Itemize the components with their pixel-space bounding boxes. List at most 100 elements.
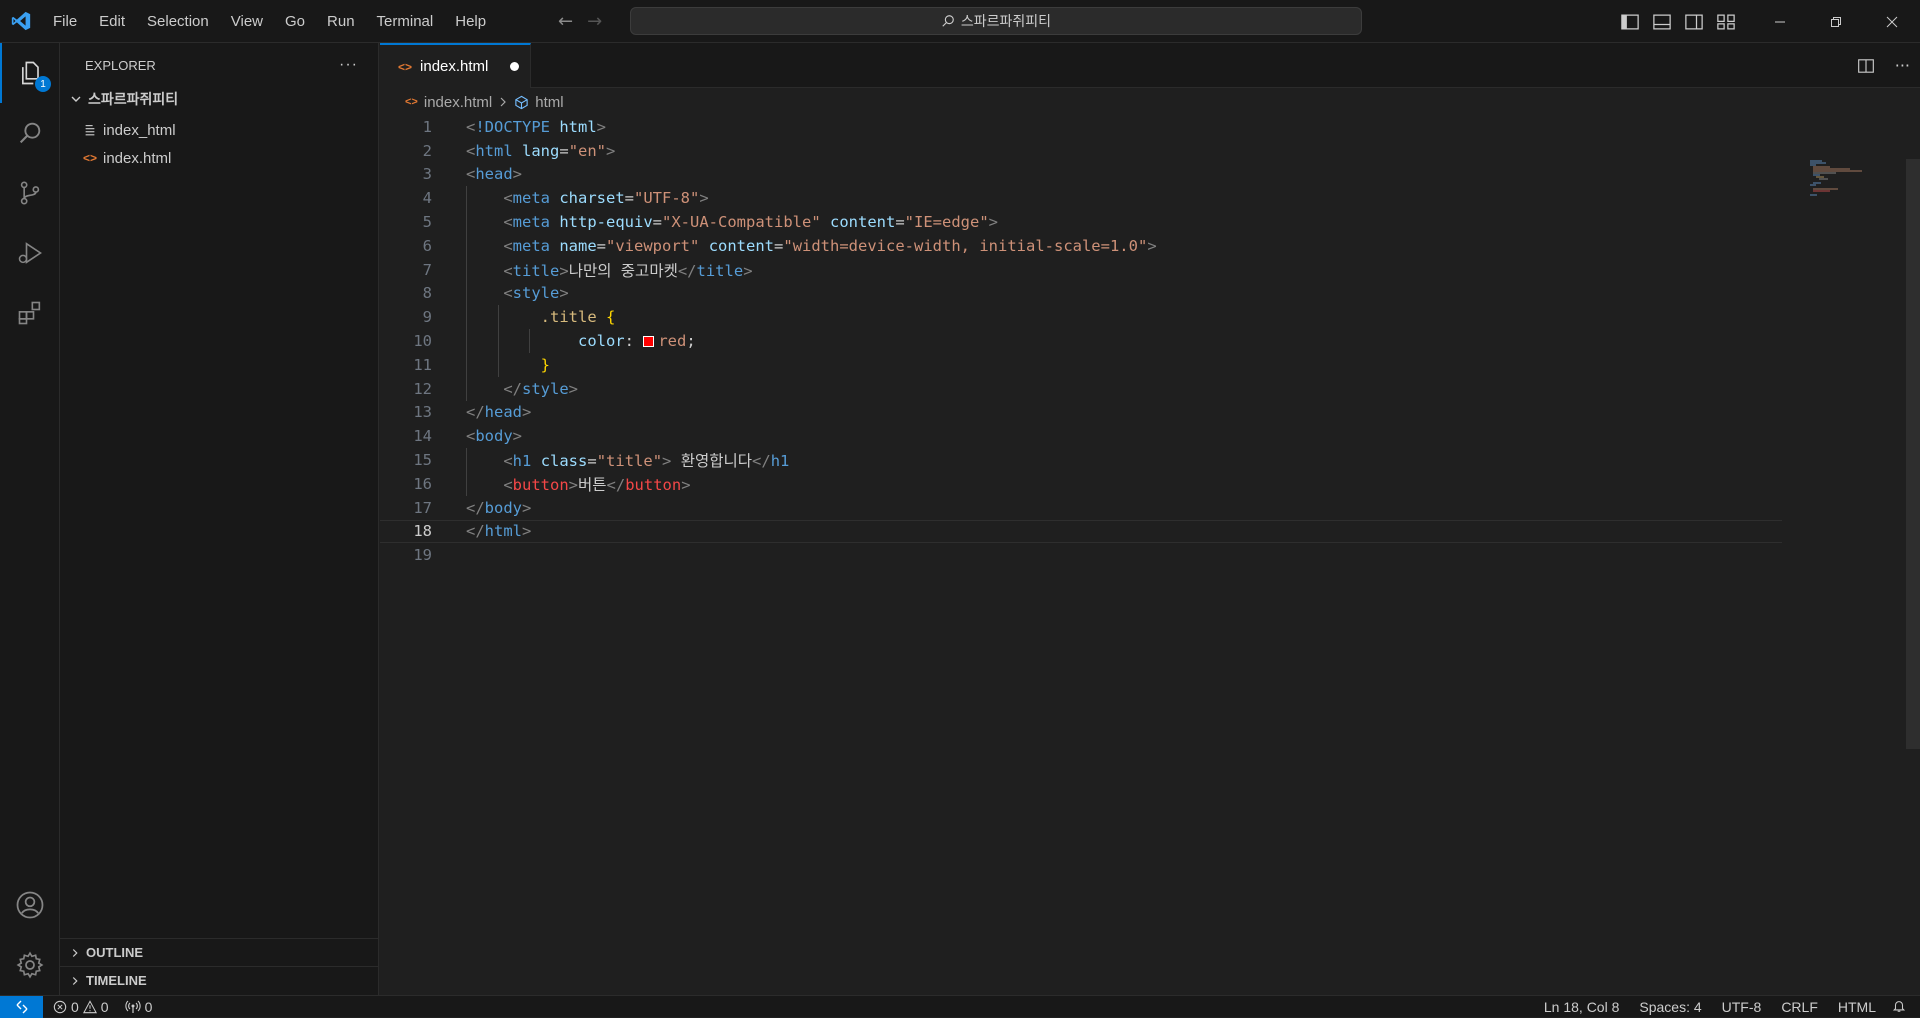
menu-edit[interactable]: Edit bbox=[88, 0, 136, 43]
code-line[interactable]: 14 <body> bbox=[380, 424, 1780, 448]
code-text: <meta charset="UTF-8"> bbox=[503, 189, 709, 208]
line-number: 1 bbox=[422, 117, 432, 136]
ports-indicator[interactable]: 0 bbox=[109, 999, 152, 1015]
code-text: </head> bbox=[466, 403, 532, 422]
code-line[interactable]: 10 color: red; bbox=[380, 329, 1780, 353]
search-icon[interactable] bbox=[0, 103, 60, 163]
line-number: 11 bbox=[413, 355, 432, 374]
encoding[interactable]: UTF-8 bbox=[1712, 999, 1772, 1015]
menu-file[interactable]: File bbox=[42, 0, 88, 43]
code-text: <!DOCTYPE html> bbox=[466, 117, 607, 136]
menu-help[interactable]: Help bbox=[444, 0, 497, 43]
tab-index-html[interactable]: <> index.html bbox=[380, 43, 531, 88]
forward-arrow-icon[interactable]: → bbox=[587, 11, 602, 32]
line-number: 10 bbox=[413, 332, 432, 351]
code-line[interactable]: 11 } bbox=[380, 352, 1780, 377]
back-arrow-icon[interactable]: ← bbox=[558, 11, 573, 32]
file-item[interactable]: <> index.html bbox=[60, 144, 378, 172]
line-ending[interactable]: CRLF bbox=[1771, 999, 1828, 1015]
explorer-icon[interactable]: 1 bbox=[0, 43, 60, 103]
line-number: 19 bbox=[413, 546, 432, 565]
explorer-header: EXPLORER ··· bbox=[60, 43, 378, 87]
code-line[interactable]: 18 </html> bbox=[380, 519, 1782, 544]
close-icon[interactable] bbox=[1864, 0, 1920, 43]
unsaved-dot-icon[interactable] bbox=[510, 62, 520, 71]
timeline-section[interactable]: TIMELINE bbox=[60, 966, 378, 994]
symbol-element-icon bbox=[515, 95, 528, 109]
html-icon: <> bbox=[398, 59, 413, 74]
editor-actions: ··· bbox=[1857, 43, 1910, 88]
file-item[interactable]: index_html bbox=[60, 116, 378, 144]
window-controls bbox=[1752, 0, 1920, 43]
more-actions-icon[interactable]: ··· bbox=[339, 56, 358, 74]
code-line[interactable]: 7 <title>나만의 중고마켓</title> bbox=[380, 257, 1780, 282]
notifications-bell-icon[interactable] bbox=[1886, 999, 1920, 1016]
code-line[interactable]: 8 <style> bbox=[380, 281, 1780, 306]
vertical-scrollbar[interactable] bbox=[1906, 159, 1920, 749]
remote-indicator-icon[interactable] bbox=[0, 995, 43, 1018]
source-control-icon[interactable] bbox=[0, 163, 60, 223]
indent-guide bbox=[466, 376, 467, 401]
more-actions-icon[interactable]: ··· bbox=[1895, 56, 1910, 75]
code-text: } bbox=[540, 355, 550, 374]
menu-view[interactable]: View bbox=[220, 0, 274, 43]
line-number: 18 bbox=[413, 522, 432, 541]
toggle-panel-icon[interactable] bbox=[1652, 12, 1672, 32]
line-number: 15 bbox=[413, 451, 432, 470]
settings-gear-icon[interactable] bbox=[0, 935, 60, 995]
code-line[interactable]: 1 <!DOCTYPE html> bbox=[380, 115, 1780, 139]
problems-indicator[interactable]: 0 0 bbox=[43, 999, 109, 1015]
indentation[interactable]: Spaces: 4 bbox=[1629, 999, 1711, 1015]
code-line[interactable]: 2 <html lang="en"> bbox=[380, 139, 1780, 163]
code-line[interactable]: 16 <button>버튼</button> bbox=[380, 471, 1780, 496]
outline-section[interactable]: OUTLINE bbox=[60, 938, 378, 966]
minimize-icon[interactable] bbox=[1752, 0, 1808, 43]
activity-bar: 1 bbox=[0, 43, 60, 995]
menu-terminal[interactable]: Terminal bbox=[366, 0, 445, 43]
toggle-secondary-sidebar-icon[interactable] bbox=[1684, 12, 1704, 32]
code-line[interactable]: 19 bbox=[380, 543, 1780, 567]
code-line[interactable]: 4 <meta charset="UTF-8"> bbox=[380, 186, 1780, 211]
code-line[interactable]: 6 <meta name="viewport" content="width=d… bbox=[380, 233, 1780, 258]
code-editor[interactable]: 1 <!DOCTYPE html> 2 <html lang="en"> 3 <head>… bbox=[380, 115, 1782, 567]
cursor-position[interactable]: Ln 18, Col 8 bbox=[1534, 999, 1630, 1015]
explorer-title: EXPLORER bbox=[85, 57, 156, 73]
code-line[interactable]: 9 .title { bbox=[380, 305, 1780, 330]
minimap[interactable] bbox=[1800, 159, 1920, 199]
menu-selection[interactable]: Selection bbox=[136, 0, 220, 43]
code-line[interactable]: 13 </head> bbox=[380, 401, 1780, 425]
workspace-folder[interactable]: 스파르파쥐피티 bbox=[60, 87, 378, 111]
vscode-logo-icon[interactable] bbox=[0, 0, 42, 43]
code-line[interactable]: 12 </style> bbox=[380, 376, 1780, 401]
code-text: <meta name="viewport" content="width=dev… bbox=[503, 236, 1157, 255]
menu-run[interactable]: Run bbox=[316, 0, 366, 43]
line-number: 2 bbox=[422, 141, 432, 160]
code-line[interactable]: 5 <meta http-equiv="X-UA-Compatible" con… bbox=[380, 210, 1780, 234]
command-center-search[interactable]: 스파르파쥐피티 bbox=[630, 7, 1362, 35]
breadcrumb-file[interactable]: index.html bbox=[424, 94, 492, 111]
line-number: 13 bbox=[413, 403, 432, 422]
breadcrumb-symbol[interactable]: html bbox=[535, 94, 563, 111]
code-line[interactable]: 3 <head> bbox=[380, 163, 1780, 187]
code-line[interactable]: 15 <h1 class="title"> 환영합니다</h1 bbox=[380, 448, 1780, 472]
accounts-icon[interactable] bbox=[0, 875, 60, 935]
run-debug-icon[interactable] bbox=[0, 223, 60, 283]
toggle-primary-sidebar-icon[interactable] bbox=[1620, 12, 1640, 32]
split-editor-icon[interactable] bbox=[1857, 57, 1875, 75]
customize-layout-icon[interactable] bbox=[1716, 12, 1736, 32]
workspace-folder-name: 스파르파쥐피티 bbox=[88, 91, 179, 107]
code-line[interactable]: 17 </body> bbox=[380, 496, 1780, 520]
indent-guide bbox=[466, 471, 467, 496]
line-number: 14 bbox=[413, 427, 432, 446]
line-number: 7 bbox=[422, 260, 432, 279]
language-mode[interactable]: HTML bbox=[1828, 999, 1886, 1015]
restore-icon[interactable] bbox=[1808, 0, 1864, 43]
indent-guide bbox=[466, 448, 467, 472]
indent-guide bbox=[466, 281, 467, 306]
indent-guide bbox=[466, 305, 467, 330]
color-swatch-icon[interactable] bbox=[643, 336, 655, 348]
indent-guide bbox=[497, 305, 499, 330]
extensions-icon[interactable] bbox=[0, 283, 60, 343]
menu-go[interactable]: Go bbox=[274, 0, 316, 43]
menu-bar: File Edit Selection View Go Run Terminal Help bbox=[42, 0, 497, 43]
